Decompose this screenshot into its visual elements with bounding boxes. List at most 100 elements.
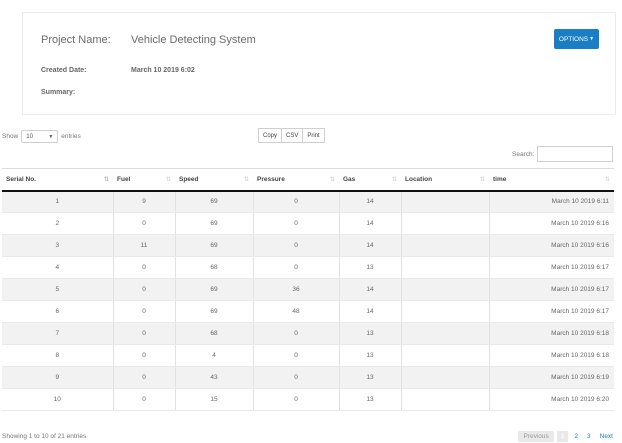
cell-time: March 10 2019 6:16 — [488, 212, 614, 235]
page-button-2[interactable]: 2 — [571, 431, 581, 442]
show-label: Show — [2, 133, 19, 140]
cell-time: March 10 2019 6:19 — [488, 366, 614, 389]
project-info-card: Project Name: Vehicle Detecting System C… — [22, 12, 616, 115]
col-header-location[interactable]: Location ⇅ — [401, 168, 489, 192]
project-name-label: Project Name: — [41, 34, 111, 46]
copy-button[interactable]: Copy — [258, 128, 283, 143]
col-header-serial[interactable]: Serial No. ⇅ — [2, 168, 113, 192]
cell-gas: 13 — [338, 256, 401, 279]
table-row: 10 0 15 0 13 March 10 2019 6:20 — [2, 388, 614, 411]
summary-label: Summary: — [41, 89, 76, 96]
table-row: 7 0 68 0 13 March 10 2019 6:18 — [2, 322, 614, 345]
cell-speed: 43 — [174, 366, 253, 389]
caret-down-icon: ▼ — [589, 36, 595, 42]
col-header-time[interactable]: time ⇅ — [489, 168, 614, 192]
cell-serial: 10 — [2, 388, 113, 411]
pagination: Previous 1 2 3 Next — [518, 431, 616, 442]
search-input[interactable] — [537, 146, 613, 162]
cell-serial: 9 — [2, 366, 113, 389]
cell-gas: 13 — [338, 388, 401, 411]
col-header-pressure[interactable]: Pressure ⇅ — [253, 168, 339, 192]
table-info: Showing 1 to 10 of 21 entries — [2, 433, 87, 440]
page-button-3[interactable]: 3 — [584, 431, 594, 442]
cell-gas: 14 — [338, 278, 401, 301]
cell-serial: 8 — [2, 344, 113, 367]
table-row: 9 0 43 0 13 March 10 2019 6:19 — [2, 366, 614, 389]
cell-pressure: 0 — [252, 256, 339, 279]
options-label: OPTIONS — [558, 35, 589, 43]
page-length-value: 10 — [26, 133, 33, 140]
cell-location — [400, 256, 489, 279]
search-label: Search: — [512, 151, 535, 158]
table-row: 1 9 69 0 14 March 10 2019 6:11 — [2, 190, 614, 213]
previous-button[interactable]: Previous — [518, 431, 554, 442]
cell-pressure: 0 — [252, 234, 339, 257]
cell-pressure: 0 — [252, 212, 339, 235]
cell-fuel: 0 — [112, 278, 175, 301]
cell-location — [400, 212, 489, 235]
cell-pressure: 36 — [252, 278, 339, 301]
table-row: 5 0 69 36 14 March 10 2019 6:17 — [2, 278, 614, 301]
cell-speed: 69 — [174, 212, 253, 235]
cell-serial: 4 — [2, 256, 113, 279]
csv-button[interactable]: CSV — [281, 128, 304, 143]
data-table: Serial No. ⇅ Fuel ⇅ Speed ⇅ Pressure ⇅ Gas ⇅ … — [2, 168, 614, 411]
cell-fuel: 9 — [112, 190, 175, 213]
cell-time: March 10 2019 6:17 — [488, 256, 614, 279]
cell-pressure: 0 — [252, 366, 339, 389]
cell-fuel: 0 — [112, 212, 175, 235]
cell-gas: 13 — [338, 322, 401, 345]
table-header-row: Serial No. ⇅ Fuel ⇅ Speed ⇅ Pressure ⇅ Gas ⇅ … — [2, 168, 614, 192]
cell-gas: 14 — [338, 300, 401, 323]
cell-serial: 5 — [2, 278, 113, 301]
cell-fuel: 0 — [112, 256, 175, 279]
print-button[interactable]: Print — [302, 128, 325, 143]
sort-icon: ⇅ — [165, 177, 171, 183]
cell-fuel: 0 — [112, 300, 175, 323]
next-button[interactable]: Next — [597, 431, 616, 442]
col-header-speed[interactable]: Speed ⇅ — [175, 168, 253, 192]
table-row: 4 0 68 0 13 March 10 2019 6:17 — [2, 256, 614, 279]
table-row: 3 11 69 0 14 March 10 2019 6:16 — [2, 234, 614, 257]
cell-time: March 10 2019 6:18 — [488, 322, 614, 345]
cell-fuel: 11 — [112, 234, 175, 257]
page-button-1[interactable]: 1 — [556, 431, 569, 442]
cell-time: March 10 2019 6:17 — [488, 300, 614, 323]
created-date-label: Created Date: — [41, 67, 87, 74]
cell-gas: 13 — [338, 366, 401, 389]
cell-time: March 10 2019 6:18 — [488, 344, 614, 367]
cell-speed: 69 — [174, 278, 253, 301]
cell-location — [400, 300, 489, 323]
cell-fuel: 0 — [112, 322, 175, 345]
cell-gas: 14 — [338, 234, 401, 257]
cell-time: March 10 2019 6:20 — [488, 388, 614, 411]
cell-pressure: 0 — [252, 344, 339, 367]
col-header-fuel[interactable]: Fuel ⇅ — [113, 168, 175, 192]
cell-speed: 15 — [174, 388, 253, 411]
sort-icon: ⇅ — [243, 177, 249, 183]
cell-location — [400, 388, 489, 411]
sort-icon: ⇅ — [479, 177, 485, 183]
cell-speed: 68 — [174, 256, 253, 279]
cell-serial: 2 — [2, 212, 113, 235]
cell-serial: 7 — [2, 322, 113, 345]
table-row: 2 0 69 0 14 March 10 2019 6:16 — [2, 212, 614, 235]
select-arrow-icon: ▼ — [48, 133, 54, 140]
page-length-select[interactable]: 10 ▼ — [21, 130, 59, 143]
cell-time: March 10 2019 6:17 — [488, 278, 614, 301]
cell-pressure: 0 — [252, 190, 339, 213]
cell-gas: 14 — [338, 190, 401, 213]
col-header-gas[interactable]: Gas ⇅ — [339, 168, 401, 192]
cell-serial: 3 — [2, 234, 113, 257]
cell-location — [400, 190, 489, 213]
cell-gas: 13 — [338, 344, 401, 367]
cell-gas: 14 — [338, 212, 401, 235]
cell-pressure: 0 — [252, 322, 339, 345]
table-row: 6 0 69 48 14 March 10 2019 6:17 — [2, 300, 614, 323]
cell-speed: 4 — [174, 344, 253, 367]
options-button[interactable]: OPTIONS ▼ — [554, 29, 599, 49]
sort-icon: ⇅ — [604, 177, 610, 183]
cell-location — [400, 366, 489, 389]
cell-speed: 69 — [174, 300, 253, 323]
page-length-control: Show 10 ▼ entries — [2, 130, 81, 143]
